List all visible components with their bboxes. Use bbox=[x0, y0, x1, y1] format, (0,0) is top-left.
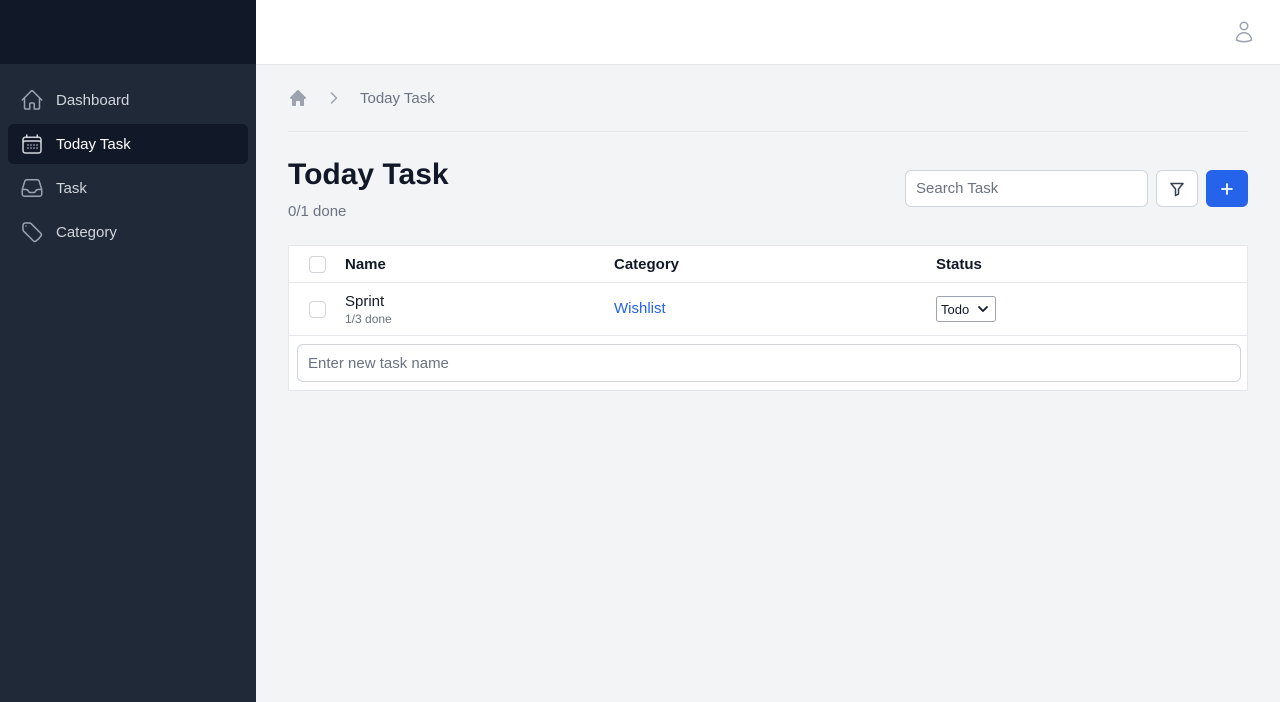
home-icon[interactable] bbox=[288, 88, 308, 108]
page-header: Today Task 0/1 done bbox=[288, 132, 1248, 244]
task-progress: 1/3 done bbox=[345, 311, 392, 326]
table-row: Sprint 1/3 done Wishlist Todo bbox=[289, 283, 1247, 336]
sidebar-item-today-task[interactable]: Today Task bbox=[8, 124, 248, 164]
filter-button[interactable] bbox=[1156, 170, 1198, 207]
new-task-row bbox=[289, 336, 1247, 390]
status-select[interactable]: Todo bbox=[936, 296, 997, 322]
done-count: 0/1 done bbox=[288, 203, 347, 220]
plus-icon bbox=[1219, 181, 1235, 197]
page-title: Today Task bbox=[288, 158, 449, 191]
main-content: Today Task Today Task 0/1 done Name Cate… bbox=[288, 65, 1248, 391]
top-header bbox=[256, 0, 1280, 65]
task-table: Name Category Status Sprint 1/3 done Wis… bbox=[288, 245, 1248, 391]
sidebar-item-label: Dashboard bbox=[56, 91, 130, 109]
user-icon[interactable] bbox=[1232, 20, 1256, 44]
new-task-input[interactable] bbox=[297, 344, 1241, 382]
column-header-name: Name bbox=[345, 255, 386, 273]
status-value: Todo bbox=[941, 301, 970, 317]
table-header: Name Category Status bbox=[289, 246, 1247, 283]
column-header-status: Status bbox=[936, 255, 982, 273]
sidebar-item-category[interactable]: Category bbox=[8, 212, 248, 252]
chevron-right-icon bbox=[324, 88, 344, 108]
category-link[interactable]: Wishlist bbox=[614, 300, 666, 317]
sidebar-nav: Dashboard Today Task Task Category bbox=[0, 64, 256, 252]
task-name[interactable]: Sprint bbox=[345, 293, 614, 310]
sidebar-item-label: Task bbox=[56, 179, 87, 197]
sidebar-item-task[interactable]: Task bbox=[8, 168, 248, 208]
search-input[interactable] bbox=[905, 170, 1148, 207]
filter-icon bbox=[1169, 181, 1185, 197]
calendar-icon bbox=[20, 132, 44, 156]
tag-icon bbox=[20, 220, 44, 244]
column-header-category: Category bbox=[614, 255, 680, 273]
add-task-button[interactable] bbox=[1206, 170, 1248, 207]
inbox-icon bbox=[20, 176, 44, 200]
sidebar-item-label: Category bbox=[56, 223, 117, 241]
select-all-checkbox[interactable] bbox=[308, 255, 326, 273]
sidebar-item-dashboard[interactable]: Dashboard bbox=[8, 80, 248, 120]
breadcrumb-current[interactable]: Today Task bbox=[360, 90, 435, 107]
sidebar: Dashboard Today Task Task Category bbox=[0, 0, 256, 702]
chevron-down-icon bbox=[978, 306, 989, 312]
sidebar-item-label: Today Task bbox=[56, 135, 131, 153]
sidebar-logo-area bbox=[0, 0, 256, 64]
row-checkbox[interactable] bbox=[308, 300, 326, 318]
breadcrumb: Today Task bbox=[288, 65, 1248, 132]
home-icon bbox=[20, 88, 44, 112]
